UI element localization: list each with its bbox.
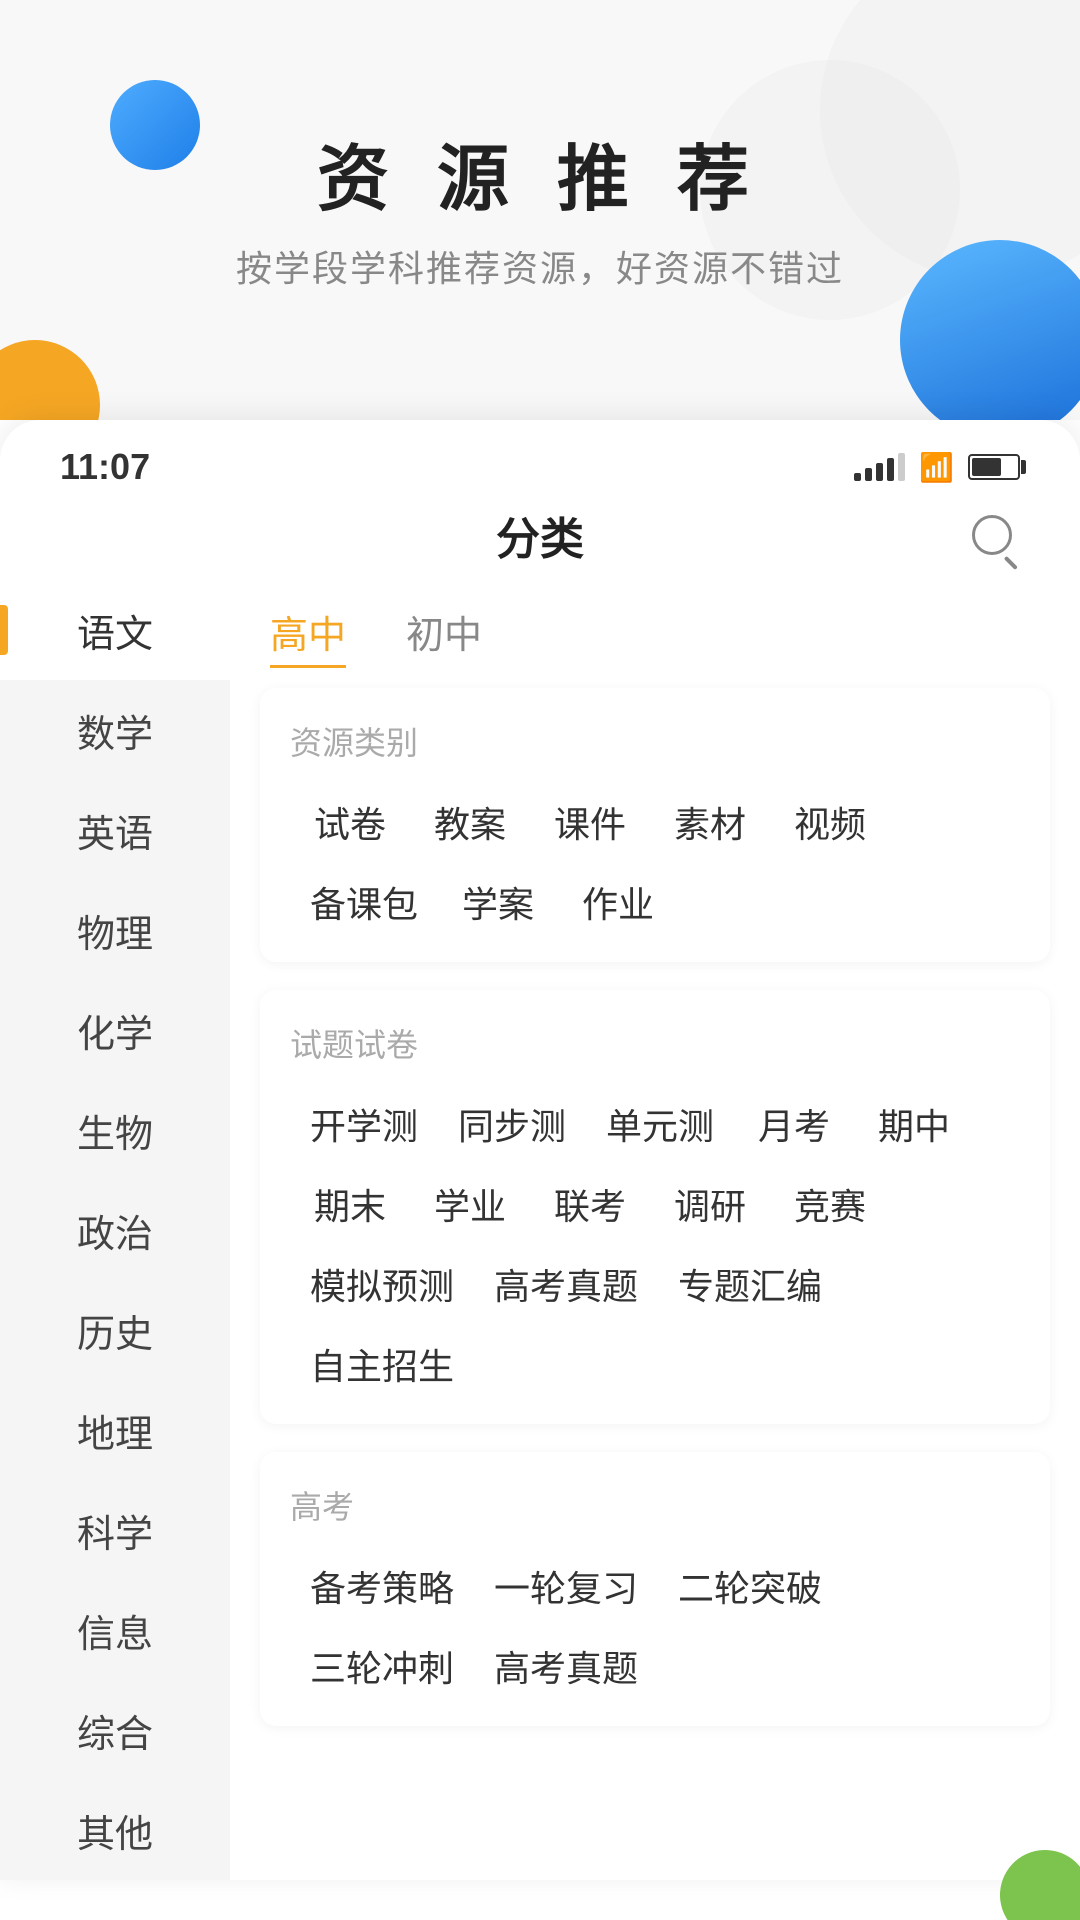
tags-resource-type: 试卷 教案 课件 素材 视频 备课包 学案 作业 (290, 792, 1020, 932)
tag-danyuance[interactable]: 单元测 (586, 1094, 734, 1154)
tag-yuekao[interactable]: 月考 (734, 1094, 854, 1154)
section-title-gaokao: 高考 (290, 1482, 1020, 1528)
tag-xueye[interactable]: 学业 (410, 1174, 530, 1234)
signal-icon (854, 453, 905, 481)
tag-qizhong[interactable]: 期中 (854, 1094, 974, 1154)
search-button[interactable] (964, 507, 1020, 563)
tag-erluntupuo[interactable]: 二轮突破 (658, 1556, 842, 1616)
tag-gaokaozhenti[interactable]: 高考真题 (474, 1254, 658, 1314)
sidebar-item-yuwen[interactable]: 语文 (0, 580, 230, 680)
tag-zuoye[interactable]: 作业 (558, 872, 678, 932)
splash-subtitle: 按学段学科推荐资源，好资源不错过 (0, 240, 1080, 292)
right-content: 高中 初中 资源类别 试卷 教案 课件 素材 视频 备课包 学案 作业 (230, 580, 1080, 1880)
sidebar-item-kexue[interactable]: 科学 (0, 1480, 230, 1580)
tag-jingsai[interactable]: 竞赛 (770, 1174, 890, 1234)
tab-chuzhong[interactable]: 初中 (406, 604, 482, 668)
section-card-resource-type: 资源类别 试卷 教案 课件 素材 视频 备课包 学案 作业 (260, 688, 1050, 962)
sidebar-item-lishi[interactable]: 历史 (0, 1280, 230, 1380)
tag-kaixuece[interactable]: 开学测 (290, 1094, 438, 1154)
sidebar-item-shuxue[interactable]: 数学 (0, 680, 230, 780)
sidebar-item-shengwu[interactable]: 生物 (0, 1080, 230, 1180)
tag-xuean[interactable]: 学案 (438, 872, 558, 932)
sidebar-item-dili[interactable]: 地理 (0, 1380, 230, 1480)
splash-area: 资 源 推 荐 按学段学科推荐资源，好资源不错过 (0, 0, 1080, 420)
tag-shijuan[interactable]: 试卷 (290, 792, 410, 852)
tag-sanlunchongci[interactable]: 三轮冲刺 (290, 1636, 474, 1696)
tab-gaozhong[interactable]: 高中 (270, 604, 346, 668)
splash-title: 资 源 推 荐 (0, 120, 1080, 225)
sidebar-item-zonghe[interactable]: 综合 (0, 1680, 230, 1780)
tag-qimo[interactable]: 期末 (290, 1174, 410, 1234)
tag-jiaoan[interactable]: 教案 (410, 792, 530, 852)
section-title-resource-type: 资源类别 (290, 718, 1020, 764)
sidebar-item-xinxi[interactable]: 信息 (0, 1580, 230, 1680)
status-bar: 11:07 📶 (0, 420, 1080, 490)
grade-tabs: 高中 初中 (260, 580, 1050, 688)
tag-gaokaozhenti2[interactable]: 高考真题 (474, 1636, 658, 1696)
tag-kejian[interactable]: 课件 (530, 792, 650, 852)
phone-card: 11:07 📶 分类 语文 (0, 420, 1080, 1880)
sidebar: 语文 数学 英语 物理 化学 生物 政治 历史 (0, 580, 230, 1880)
wifi-icon: 📶 (919, 451, 954, 484)
tag-tongbuce[interactable]: 同步测 (438, 1094, 586, 1154)
sidebar-item-zhengzhi[interactable]: 政治 (0, 1180, 230, 1280)
main-layout: 语文 数学 英语 物理 化学 生物 政治 历史 (0, 580, 1080, 1880)
nav-title: 分类 (496, 503, 584, 567)
tag-beikebao[interactable]: 备课包 (290, 872, 438, 932)
sidebar-item-qita[interactable]: 其他 (0, 1780, 230, 1880)
tag-diaoyan[interactable]: 调研 (650, 1174, 770, 1234)
nav-bar: 分类 (0, 490, 1080, 580)
section-card-gaokao: 高考 备考策略 一轮复习 二轮突破 三轮冲刺 高考真题 (260, 1452, 1050, 1726)
yellow-decoration (0, 340, 100, 420)
sidebar-item-huaxue[interactable]: 化学 (0, 980, 230, 1080)
tag-moniyuce[interactable]: 模拟预测 (290, 1254, 474, 1314)
tag-shipin[interactable]: 视频 (770, 792, 890, 852)
tags-gaokao: 备考策略 一轮复习 二轮突破 三轮冲刺 高考真题 (290, 1556, 1020, 1696)
tag-beikaocelue[interactable]: 备考策略 (290, 1556, 474, 1616)
tag-sucai[interactable]: 素材 (650, 792, 770, 852)
search-icon (972, 515, 1012, 555)
sidebar-item-yingyu[interactable]: 英语 (0, 780, 230, 880)
tag-zhuantihb[interactable]: 专题汇编 (658, 1254, 842, 1314)
tag-zizhuzs[interactable]: 自主招生 (290, 1334, 474, 1394)
tags-exam: 开学测 同步测 单元测 月考 期中 期末 学业 联考 调研 竞赛 模拟预测 高考… (290, 1094, 1020, 1394)
status-icons: 📶 (854, 451, 1020, 484)
tag-liankao[interactable]: 联考 (530, 1174, 650, 1234)
status-time: 11:07 (60, 446, 150, 488)
section-title-exam: 试题试卷 (290, 1020, 1020, 1066)
battery-icon (968, 454, 1020, 480)
tag-yilunfuxi[interactable]: 一轮复习 (474, 1556, 658, 1616)
sidebar-item-wuli[interactable]: 物理 (0, 880, 230, 980)
section-card-exam: 试题试卷 开学测 同步测 单元测 月考 期中 期末 学业 联考 调研 竞赛 模拟… (260, 990, 1050, 1424)
